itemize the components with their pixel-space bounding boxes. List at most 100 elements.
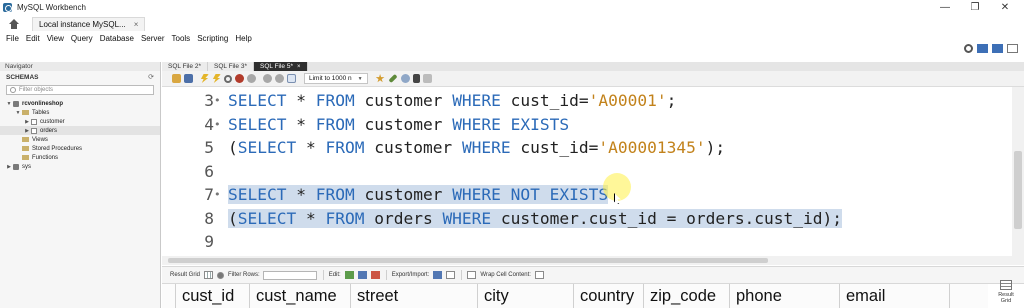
export-icon[interactable] [433,271,443,279]
grid-view-icon[interactable] [204,271,214,279]
code-line[interactable]: 4 • SELECT * FROM customer WHERE EXISTS [162,113,569,136]
invisible-chars-icon[interactable] [412,74,420,83]
schema-tree: ▼ rcvonlineshop ▼ Tables ▶ customer ▶ orders Vie… [0,99,160,171]
beautify-icon[interactable] [387,73,398,84]
column-header-zip-code[interactable]: zip_code [644,284,730,308]
stop-icon[interactable] [235,74,244,83]
add-snippet-icon[interactable] [375,74,385,83]
expand-toggle-icon[interactable]: ▼ [6,101,12,107]
result-grid-label[interactable]: Result Grid [170,272,200,278]
column-header-cust-name[interactable]: cust_name [250,284,351,308]
code-line[interactable]: 8 (SELECT * FROM orders WHERE customer.cu… [162,207,843,230]
insert-row-icon[interactable] [357,271,367,279]
code-text: (SELECT * FROM customer WHERE cust_id='A… [228,138,725,157]
schema-tree-node[interactable]: Stored Procedures [0,144,160,153]
editor-vertical-scrollbar[interactable] [1012,87,1024,265]
collapse-toggle-icon[interactable]: ▶ [6,164,12,170]
delete-row-icon[interactable] [370,271,380,279]
execute-icon[interactable] [200,74,209,83]
import-icon[interactable] [446,271,456,279]
sql-code-editor[interactable]: 3 • SELECT * FROM customer WHERE cust_id='… [162,87,1024,265]
rollback-icon[interactable] [275,74,284,83]
column-header-country[interactable]: country [574,284,644,308]
collapse-toggle-icon[interactable]: ▶ [24,128,30,134]
editor-horizontal-scrollbar[interactable] [162,256,1012,265]
schema-tree-node[interactable]: Functions [0,153,160,162]
tab-label: SQL File 2* [168,63,201,70]
stop-on-error-icon[interactable] [247,74,256,83]
autocommit-toggle-icon[interactable] [287,74,296,83]
code-line[interactable]: 6 [162,160,228,183]
filter-rows-input[interactable] [262,270,317,280]
scrollbar-thumb[interactable] [1014,151,1022,229]
tab-sql-file-3[interactable]: SQL File 3* [208,62,254,71]
menu-help[interactable]: Help [232,34,254,43]
close-window-button[interactable]: ✕ [990,0,1020,14]
menu-query[interactable]: Query [68,34,96,43]
column-header-email[interactable]: email [840,284,950,308]
column-header-street[interactable]: street [351,284,478,308]
search-icon [10,87,16,93]
code-line[interactable]: 5 (SELECT * FROM customer WHERE cust_id='… [162,136,725,159]
schemas-label: SCHEMAS [6,73,39,81]
word-wrap-icon[interactable] [422,74,432,83]
result-grid-side-button[interactable]: Result Grid [996,266,1016,308]
connection-tab[interactable]: Local instance MySQL... × [32,17,146,31]
column-header-city[interactable]: city [478,284,574,308]
minimize-button[interactable]: — [930,0,960,14]
tab-close-icon[interactable]: × [297,64,301,70]
tab-sql-file-5[interactable]: SQL File 5* × [254,62,308,71]
wrap-cell-icon[interactable] [467,271,477,279]
code-text: (SELECT * FROM orders WHERE customer.cus… [228,208,843,228]
separator [385,270,387,280]
menu-scripting[interactable]: Scripting [194,34,231,43]
schema-tree-node[interactable]: ▼ Tables [0,108,160,117]
menu-edit[interactable]: Edit [23,34,43,43]
code-text: SELECT * FROM customer WHERE EXISTS [228,115,569,134]
connection-tab-close-icon[interactable]: × [134,20,139,29]
find-replace-icon[interactable] [400,74,410,83]
sql-keyword: FROM [315,185,355,204]
menu-file[interactable]: File [3,34,22,43]
menu-server[interactable]: Server [138,34,168,43]
schema-tree-node[interactable]: ▶ sys [0,162,160,171]
limit-rows-select[interactable]: Limit to 1000 n ▼ [304,73,368,84]
schema-tree-node[interactable]: ▼ rcvonlineshop [0,99,160,108]
toggle-secondary-sidebar-icon[interactable] [1007,44,1018,53]
save-file-icon[interactable] [184,74,193,83]
folder-icon [22,137,29,142]
toggle-output-icon[interactable] [992,44,1003,53]
filter-icon[interactable] [217,271,225,279]
code-line[interactable]: 3 • SELECT * FROM customer WHERE cust_id='… [162,89,676,112]
code-line[interactable]: 7 • SELECT * FROM customer WHERE NOT EXIST… [162,183,609,206]
column-header-cust-id[interactable]: cust_id [176,284,250,308]
explain-icon[interactable] [224,74,232,83]
expand-toggle-icon[interactable]: ▼ [15,110,21,116]
menu-database[interactable]: Database [97,34,137,43]
menu-tools[interactable]: Tools [169,34,194,43]
toggle-sidebar-icon[interactable] [977,44,988,53]
edit-label: Edit: [328,272,341,278]
execute-current-icon[interactable] [212,74,221,83]
wrap-cell-toggle-icon[interactable] [534,271,544,279]
schema-tree-node[interactable]: Views [0,135,160,144]
commit-icon[interactable] [263,74,272,83]
collapse-toggle-icon[interactable]: ▶ [24,119,30,125]
schema-tree-node[interactable]: ▶ orders [0,126,160,135]
title-bar: MySQL Workbench [0,0,1024,14]
filter-objects-input[interactable]: Filter objects [6,85,154,95]
schema-tree-node[interactable]: ▶ customer [0,117,160,126]
tab-sql-file-2[interactable]: SQL File 2* [162,62,208,71]
column-header-phone[interactable]: phone [730,284,840,308]
open-file-icon[interactable] [172,74,181,83]
menu-view[interactable]: View [44,34,67,43]
refresh-schemas-icon[interactable]: ⟳ [148,73,154,81]
edit-row-icon[interactable] [344,271,354,279]
scrollbar-thumb[interactable] [168,258,768,263]
code-line[interactable]: 9 [162,230,228,253]
sql-text: customer [354,91,453,110]
maximize-button[interactable]: ❐ [960,0,990,14]
home-icon[interactable] [8,19,20,29]
sql-keyword: SELECT [228,114,287,134]
settings-gear-icon[interactable] [964,44,973,53]
